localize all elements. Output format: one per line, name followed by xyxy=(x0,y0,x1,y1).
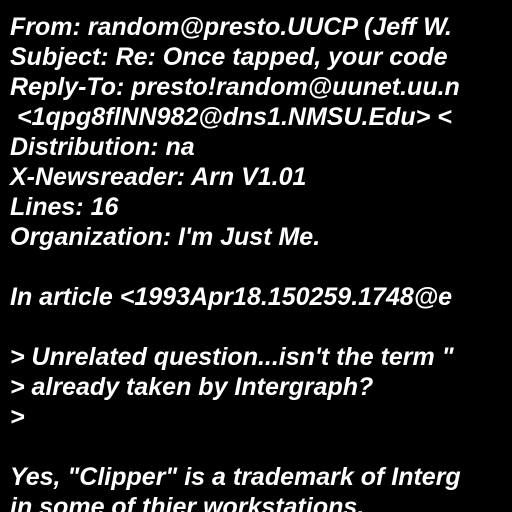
subject-header: Subject: Re: Once tapped, your code xyxy=(10,43,448,71)
organization-header: Organization: I'm Just Me. xyxy=(10,223,321,251)
reply-to-header: Reply-To: presto!random@uunet.uu.n xyxy=(10,73,460,101)
quoted-line: > Unrelated question...isn't the term " xyxy=(10,343,454,371)
blank-line xyxy=(10,252,461,282)
blank-line xyxy=(10,432,461,462)
message-view: From: random@presto.UUCP (Jeff W. Subjec… xyxy=(0,0,512,512)
quoted-line: > already taken by Intergraph? xyxy=(10,373,374,401)
message-text: From: random@presto.UUCP (Jeff W. Subjec… xyxy=(10,12,461,512)
blank-line xyxy=(10,312,461,342)
newsreader-header: X-Newsreader: Arn V1.01 xyxy=(10,163,307,191)
attribution-line: In article <1993Apr18.150259.1748@e xyxy=(10,283,453,311)
reply-line: in some of thier workstations. xyxy=(10,493,365,512)
references-header: <1qpg8flNN982@dns1.NMSU.Edu> < xyxy=(10,103,452,131)
lines-header: Lines: 16 xyxy=(10,193,119,221)
distribution-header: Distribution: na xyxy=(10,133,195,161)
reply-line: Yes, "Clipper" is a trademark of Interg xyxy=(10,463,461,491)
quoted-line: > xyxy=(10,403,25,431)
from-header: From: random@presto.UUCP (Jeff W. xyxy=(10,13,452,41)
